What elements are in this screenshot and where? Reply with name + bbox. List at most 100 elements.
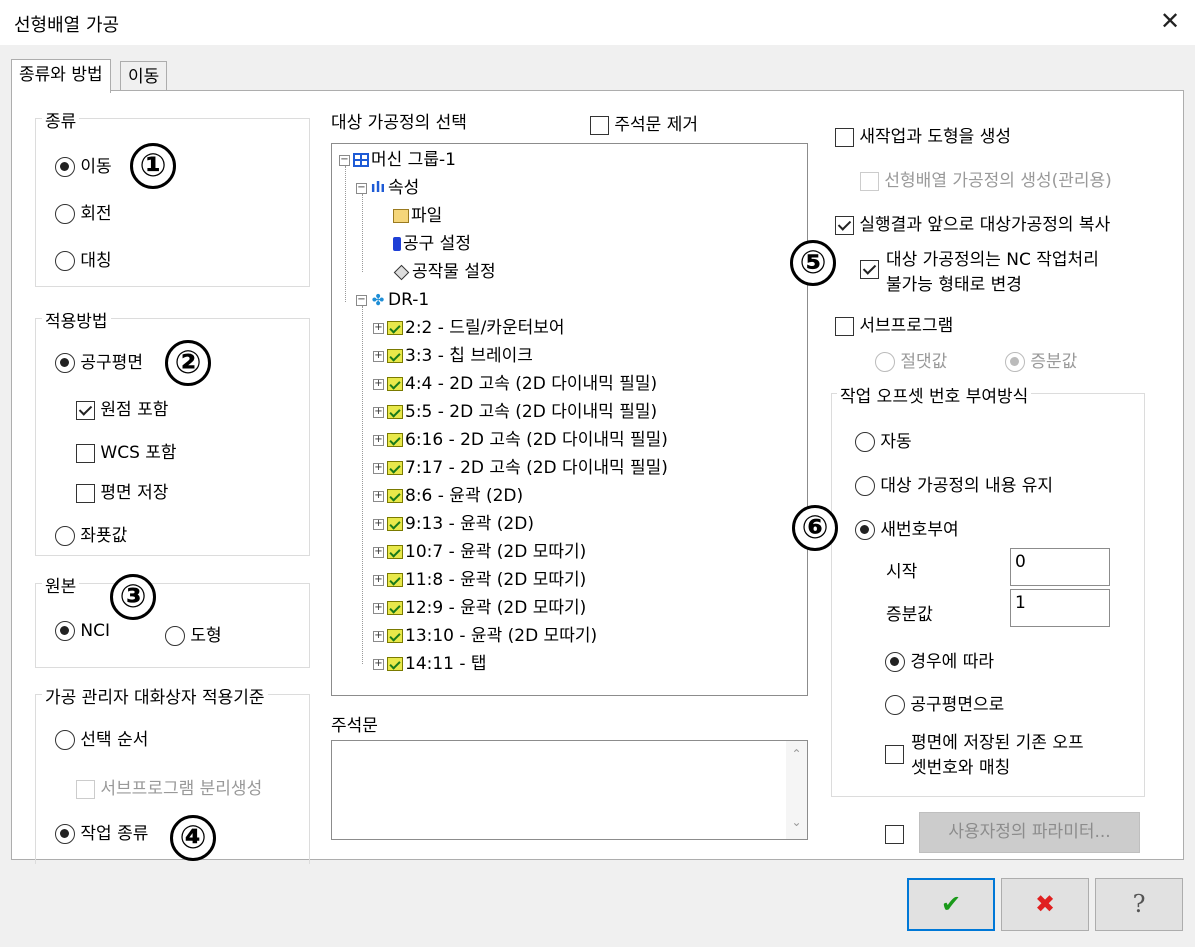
close-icon[interactable]: ✕ [1155,6,1185,36]
radio-op-type[interactable]: 작업 종류 [55,819,148,844]
radio-tool-plane[interactable]: 공구평면 [55,348,143,373]
cancel-button[interactable]: ✖ [1001,878,1089,931]
check-plane-save-label: 평면 저장 [100,483,169,503]
tree-op[interactable]: +13:10 - 윤곽 (2D 모따기) [373,622,597,650]
check-subprogram-separate-label: 서브프로그램 분리생성 [100,779,263,799]
operation-icon [387,657,403,671]
operation-icon [387,629,403,643]
radio-incremental: 증분값 [1005,347,1077,372]
tree-op[interactable]: +9:13 - 윤곽 (2D) [373,510,534,538]
tree-op-label: 12:9 - 윤곽 (2D 모따기) [405,598,587,618]
operation-icon [387,321,403,335]
start-label: 시작 [886,562,918,582]
check-wcs-include[interactable]: WCS 포함 [76,438,177,463]
comments-textarea[interactable] [331,740,808,840]
check-custom-params[interactable] [885,824,904,844]
custom-params-button: 사용자정의 파라미터... [919,812,1140,853]
match-offset-line1: 평면에 저장된 기존 오프 [911,733,1084,753]
tree-op-label: 10:7 - 윤곽 (2D 모따기) [405,542,587,562]
radio-select-order-label: 선택 순서 [80,730,149,750]
check-new-op-geometry[interactable]: 새작업과 도형을 생성 [835,122,1011,147]
scroll-down-icon[interactable]: ⌄ [786,815,807,829]
ok-check-icon: ✔ [940,890,962,918]
operation-icon [387,433,403,447]
radio-by-tool-plane[interactable]: 공구평면으로 [885,690,1004,715]
radio-auto-label: 자동 [880,432,912,452]
help-icon: ? [1132,890,1146,918]
tree-op-label: 11:8 - 윤곽 (2D 모따기) [405,570,587,590]
radio-move[interactable]: 이동 [55,152,112,177]
callout-badge-2: ② [165,340,211,386]
tree-node-dr1[interactable]: − ✤ DR-1 [356,286,429,314]
radio-select-order[interactable]: 선택 순서 [55,725,148,750]
tree-op-label: 9:13 - 윤곽 (2D) [405,514,534,534]
check-wcs-include-label: WCS 포함 [100,443,177,463]
help-button[interactable]: ? [1095,878,1183,931]
check-nc-disable[interactable] [860,259,879,279]
tree-node-files[interactable]: 파일 [390,202,442,230]
radio-by-case[interactable]: 경우에 따라 [885,647,994,672]
tree-op[interactable]: +14:11 - 탭 [373,650,487,678]
tree-op[interactable]: +6:16 - 2D 고속 (2D 다이내믹 필밀) [373,426,668,454]
tree-op[interactable]: +7:17 - 2D 고속 (2D 다이내믹 필밀) [373,454,668,482]
radio-by-case-label: 경우에 따라 [910,652,995,672]
radio-keep[interactable]: 대상 가공정의 내용 유지 [855,471,1053,496]
tree-op[interactable]: +11:8 - 윤곽 (2D 모따기) [373,566,586,594]
tree-op[interactable]: +3:3 - 칩 브레이크 [373,342,533,370]
tree-op-label: 4:4 - 2D 고속 (2D 다이내믹 필밀) [405,374,658,394]
tree-node-root[interactable]: − 머신 그룹-1 [339,146,456,174]
radio-rotate[interactable]: 회전 [55,199,112,224]
tree-op[interactable]: +8:6 - 윤곽 (2D) [373,482,523,510]
radio-incremental-label: 증분값 [1030,352,1078,372]
tree-op[interactable]: +12:9 - 윤곽 (2D 모따기) [373,594,586,622]
offset-numbering-title: 작업 오프셋 번호 부여방식 [837,382,1032,407]
check-copy-before[interactable]: 실행결과 앞으로 대상가공정의 복사 [835,210,1110,235]
start-input[interactable]: 0 [1010,548,1110,586]
check-linear-array-op: 선형배열 가공정의 생성(관리용) [860,166,1112,191]
radio-mirror[interactable]: 대칭 [55,246,112,271]
tree-op[interactable]: +5:5 - 2D 고속 (2D 다이내믹 필밀) [373,398,657,426]
check-match-offset[interactable] [885,744,904,764]
check-plane-save[interactable]: 평면 저장 [76,478,168,503]
tree-op[interactable]: +10:7 - 윤곽 (2D 모따기) [373,538,586,566]
operation-icon [387,461,403,475]
tree-op-label: 13:10 - 윤곽 (2D 모따기) [405,626,598,646]
ok-button[interactable]: ✔ [907,878,995,931]
radio-by-tool-plane-label: 공구평면으로 [910,695,1005,715]
increment-input[interactable]: 1 [1010,589,1110,627]
check-remove-comments[interactable]: 주석문 제거 [590,110,698,135]
radio-nci[interactable]: NCI [55,621,110,641]
properties-icon: ılı [370,180,386,196]
radio-renumber[interactable]: 새번호부여 [855,515,959,540]
toolpath-group-icon: ✤ [371,291,385,309]
comments-scrollbar[interactable]: ⌃ ⌄ [786,741,807,839]
radio-geometry[interactable]: 도형 [165,621,222,646]
radio-move-label: 이동 [80,157,112,177]
radio-absolute: 절댓값 [875,347,947,372]
operation-icon [387,405,403,419]
operation-tree[interactable]: − 머신 그룹-1 − ılı 속성 파일 공구 설정 공작물 설정 − ✤ DR-1 +… [331,143,808,696]
check-subprogram[interactable]: 서브프로그램 [835,311,953,336]
manager-criteria-title: 가공 관리자 대화상자 적용기준 [42,683,268,708]
tree-op[interactable]: +4:4 - 2D 고속 (2D 다이내믹 필밀) [373,370,657,398]
tab-move[interactable]: 이동 [120,61,168,92]
radio-coordinates[interactable]: 좌푯값 [55,521,127,546]
tree-op-label: 3:3 - 칩 브레이크 [405,346,533,366]
increment-label: 증분값 [886,605,933,625]
cancel-x-icon: ✖ [1034,890,1056,918]
target-selection-label: 대상 가공정의 선택 [331,113,467,133]
tree-root-label: 머신 그룹-1 [371,150,456,170]
window-title: 선형배열 가공 [14,15,120,36]
operation-icon [387,349,403,363]
radio-renumber-label: 새번호부여 [880,520,959,540]
tree-node-properties[interactable]: − ılı 속성 [356,174,419,202]
check-origin-include[interactable]: 원점 포함 [76,395,168,420]
tree-op[interactable]: +2:2 - 드릴/카운터보어 [373,314,565,342]
scroll-up-icon[interactable]: ⌃ [786,747,807,761]
radio-auto[interactable]: 자동 [855,427,912,452]
tree-node-tool-settings[interactable]: 공구 설정 [390,230,471,258]
tree-node-stock-settings[interactable]: 공작물 설정 [390,258,496,286]
tab-type-method[interactable]: 종류와 방법 [11,59,111,93]
tree-op-label: 14:11 - 탭 [405,654,487,674]
callout-badge-4: ④ [170,815,216,861]
